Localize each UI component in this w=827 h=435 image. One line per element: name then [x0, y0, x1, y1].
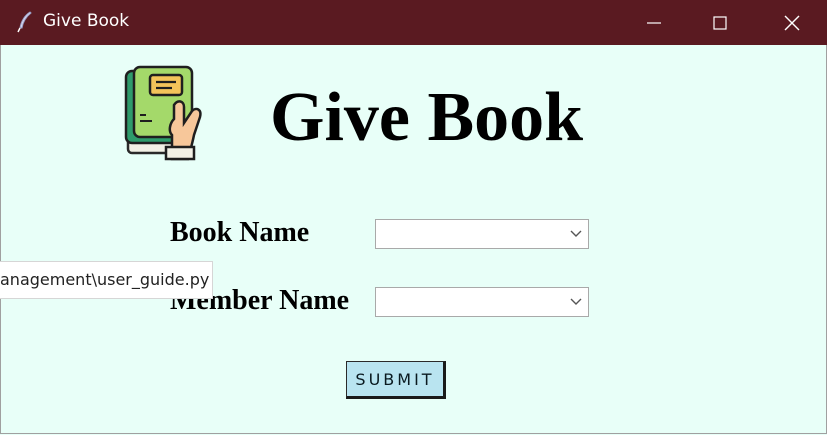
book-name-combobox[interactable] — [375, 219, 589, 249]
minimize-button[interactable] — [622, 0, 686, 45]
title-bar[interactable]: Give Book — [0, 0, 827, 45]
tooltip: anagement\user_guide.py — [0, 261, 213, 299]
feather-app-icon — [17, 11, 32, 33]
book-in-hand-icon — [124, 65, 202, 161]
close-button[interactable] — [760, 0, 824, 45]
submit-button[interactable]: SUBMIT — [346, 361, 446, 399]
close-icon — [784, 15, 800, 30]
window-title: Give Book — [43, 11, 130, 31]
minimize-icon — [647, 21, 661, 24]
maximize-icon — [713, 15, 727, 30]
chevron-down-icon[interactable] — [570, 229, 582, 239]
chevron-down-icon[interactable] — [570, 297, 582, 307]
member-name-combobox[interactable] — [375, 287, 589, 317]
maximize-button[interactable] — [688, 0, 752, 45]
page-title: Give Book — [270, 79, 584, 156]
book-name-label: Book Name — [170, 217, 310, 248]
